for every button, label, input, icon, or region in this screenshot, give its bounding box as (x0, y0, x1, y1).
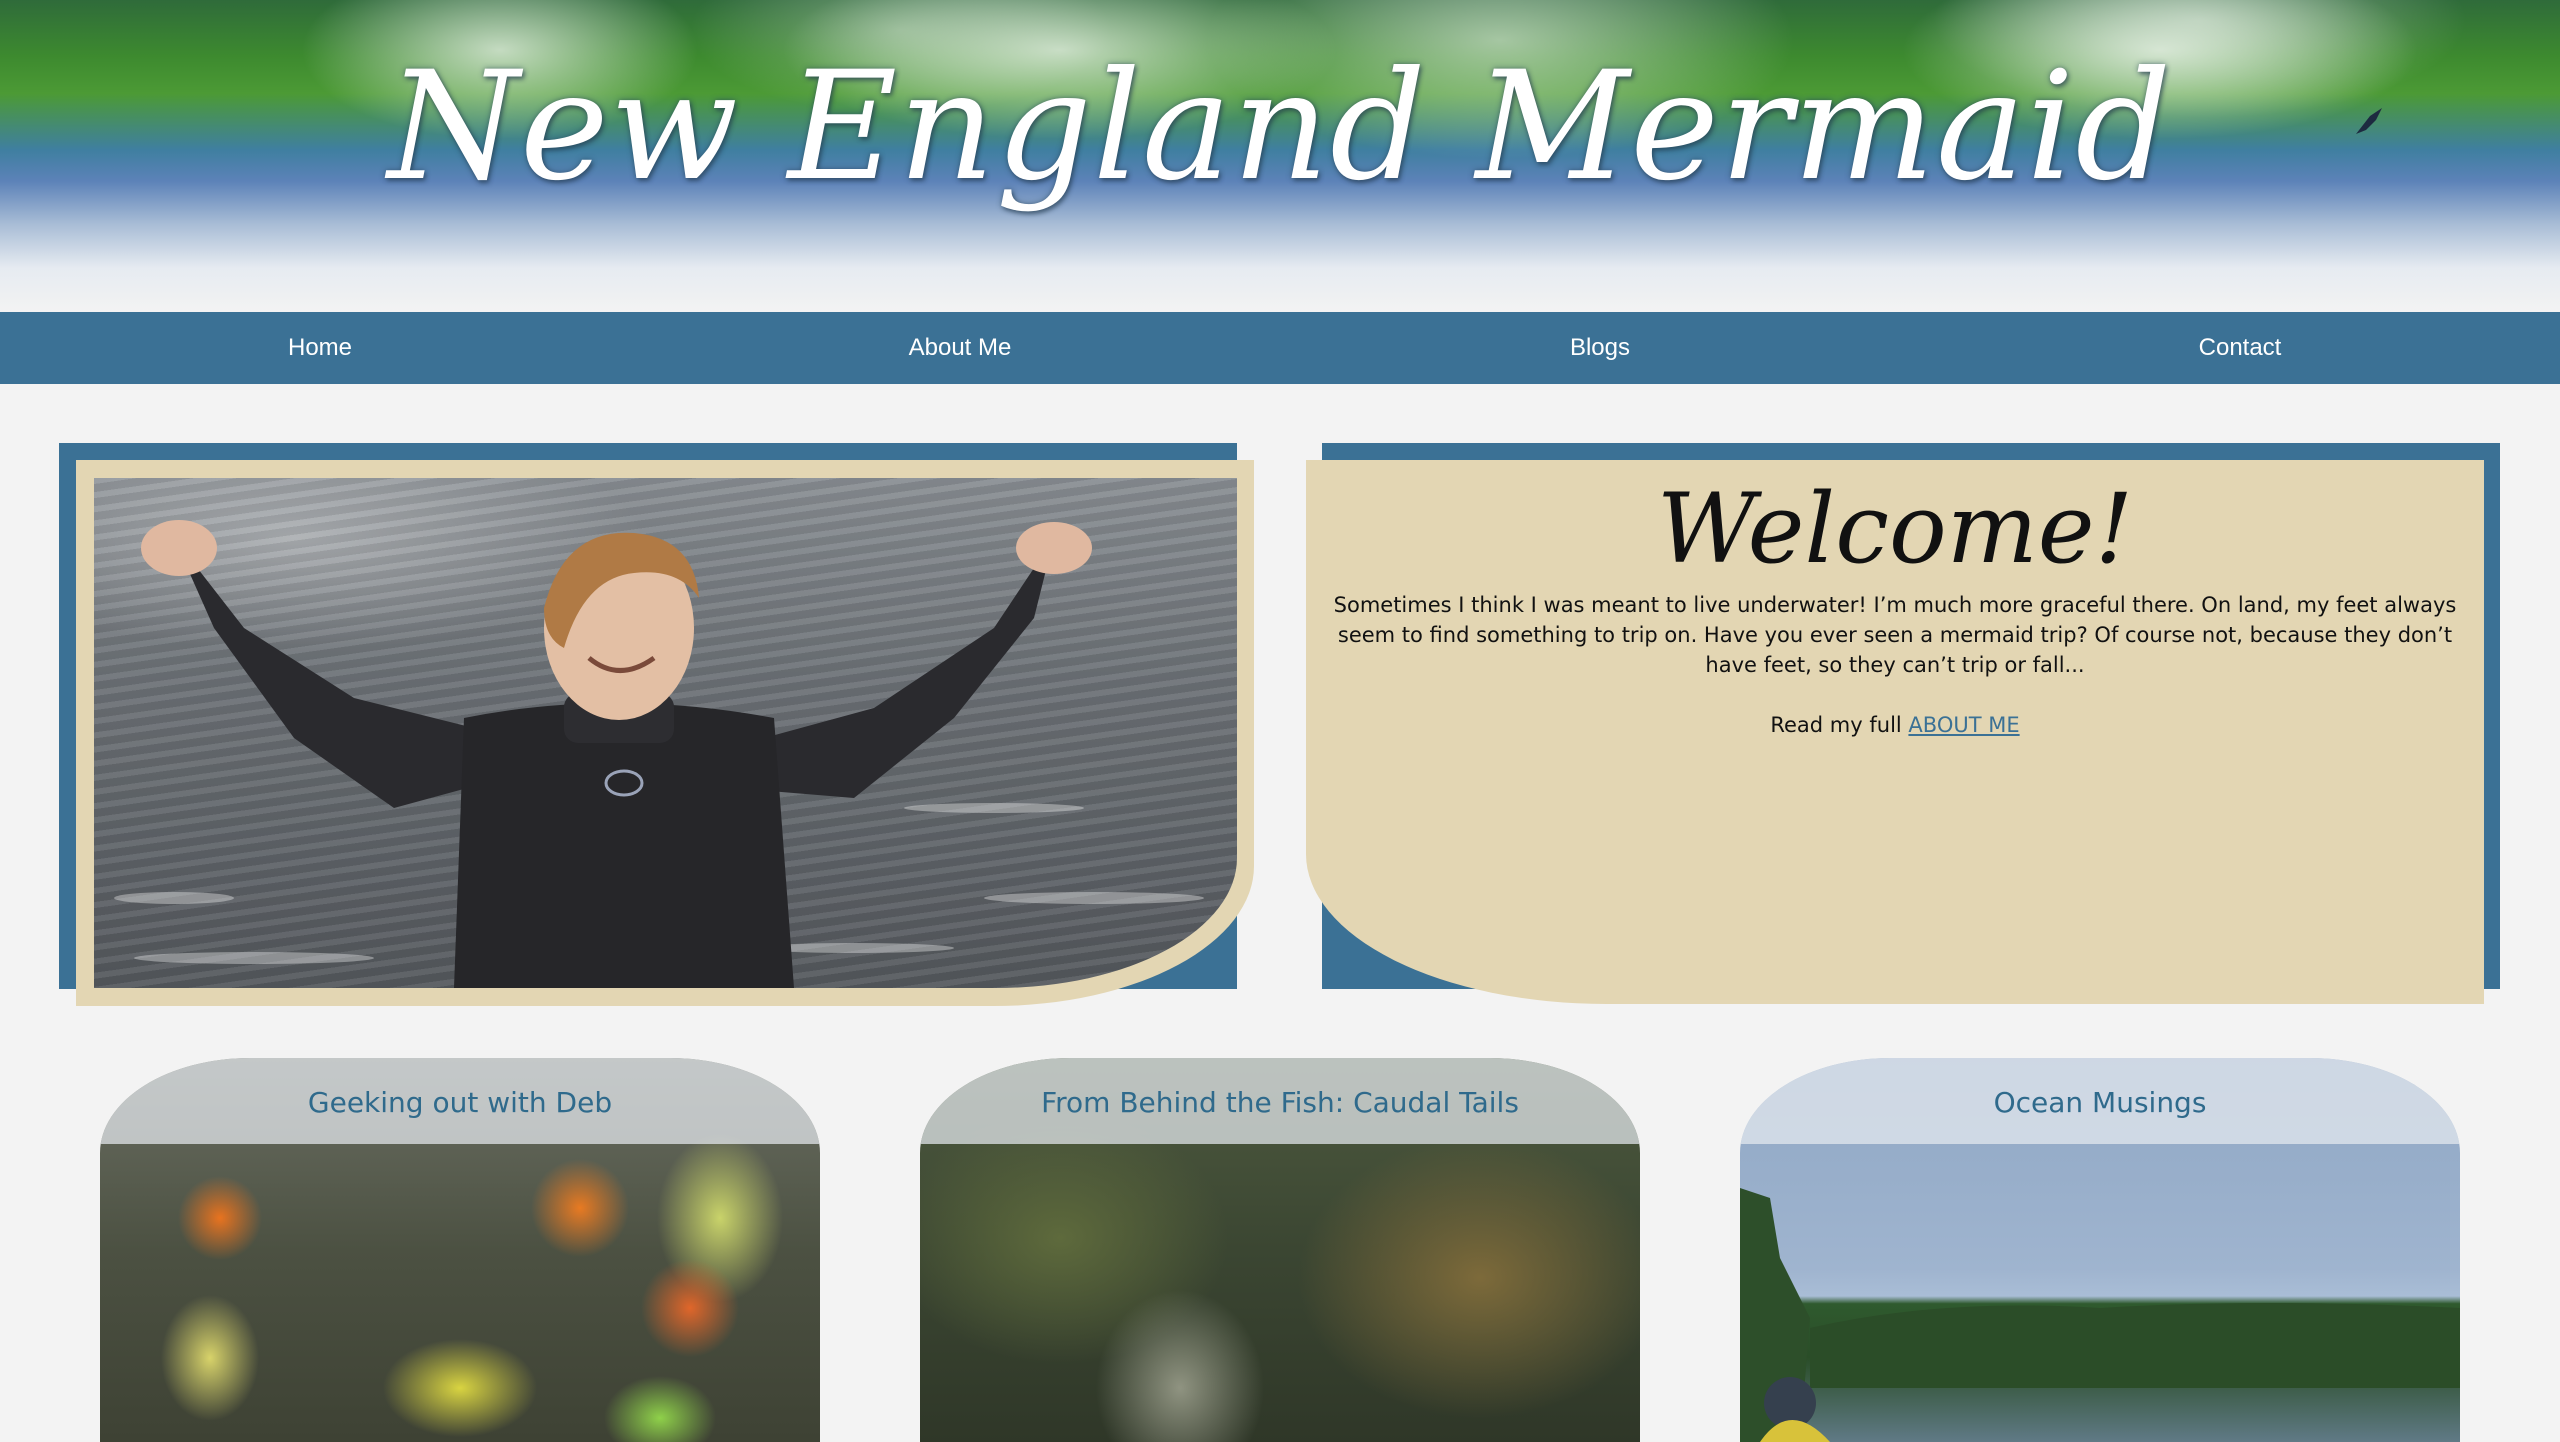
header-banner: New England Mermaid (0, 0, 2560, 312)
read-more-line: Read my full ABOUT ME (1324, 710, 2466, 740)
blog-title[interactable]: Geeking out with Deb (100, 1058, 820, 1144)
nav-item-contact[interactable]: Contact (1920, 312, 2560, 384)
nav-item-home[interactable]: Home (0, 312, 640, 384)
hero-photo (94, 478, 1237, 988)
blog-title[interactable]: Ocean Musings (1740, 1058, 2460, 1144)
about-me-link[interactable]: ABOUT ME (1908, 713, 2019, 737)
nav-item-blogs[interactable]: Blogs (1280, 312, 1920, 384)
welcome-card: Welcome! Sometimes I think I was meant t… (1306, 460, 2484, 1004)
welcome-heading: Welcome! (1656, 473, 2134, 585)
diver-figure (114, 520, 1204, 988)
site-title[interactable]: New England Mermaid (0, 40, 2560, 214)
welcome-body: Sometimes I think I was meant to live un… (1333, 593, 2457, 677)
read-more-prefix: Read my full (1770, 713, 1909, 737)
blog-card-ocean-musings[interactable]: Ocean Musings (1740, 1058, 2460, 1442)
blog-card-caudal-tails[interactable]: From Behind the Fish: Caudal Tails (920, 1058, 1640, 1442)
blog-card-geeking-out[interactable]: Geeking out with Deb (100, 1058, 820, 1442)
main-nav: Home About Me Blogs Contact (0, 312, 2560, 384)
nav-item-about-me[interactable]: About Me (640, 312, 1280, 384)
blog-title[interactable]: From Behind the Fish: Caudal Tails (920, 1058, 1640, 1144)
bird-icon (2356, 108, 2382, 134)
